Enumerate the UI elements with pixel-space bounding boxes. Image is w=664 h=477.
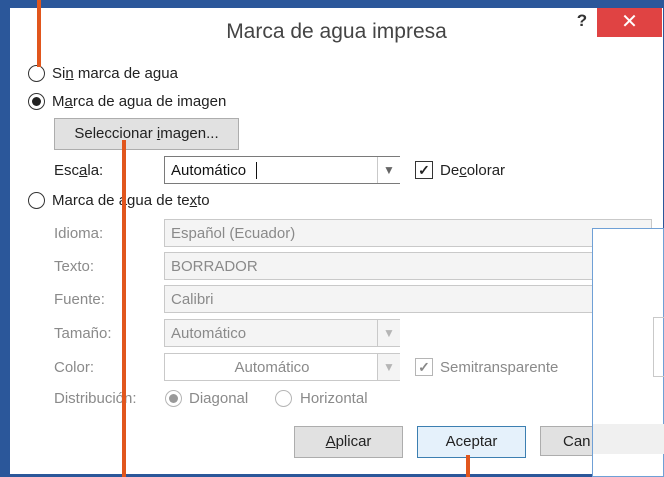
color-dropdown-chevron-down-icon[interactable]: ▼ xyxy=(377,354,400,380)
color-value: Automático xyxy=(234,359,310,376)
semitransparent-label[interactable]: Semitransparente xyxy=(440,359,558,376)
font-value: Calibri xyxy=(171,291,214,308)
semitransparent-checkbox[interactable]: ✓ xyxy=(415,358,433,376)
select-image-button[interactable]: Seleccionar imagen... xyxy=(54,118,239,150)
diagonal-label[interactable]: Diagonal xyxy=(189,390,248,407)
tutorial-pointer-line xyxy=(466,455,470,477)
text-value: BORRADOR xyxy=(171,258,258,275)
horizontal-radio[interactable] xyxy=(275,390,292,407)
size-dropdown-chevron-down-icon[interactable]: ▼ xyxy=(377,320,400,346)
size-value: Automático xyxy=(171,325,247,342)
tutorial-pointer-line xyxy=(122,140,126,477)
font-label: Fuente: xyxy=(54,291,105,308)
decolor-label[interactable]: Decolorar xyxy=(440,162,505,179)
close-button[interactable]: ✕ xyxy=(597,8,662,37)
tutorial-pointer-line xyxy=(37,0,41,67)
decolor-checkbox[interactable]: ✓ xyxy=(415,161,433,179)
title-bar: Marca de agua impresa ? ✕ xyxy=(10,8,663,56)
scale-combobox[interactable]: Automático xyxy=(164,156,400,184)
dialog-title: Marca de agua impresa xyxy=(226,20,447,43)
color-label: Color: xyxy=(54,359,95,376)
color-combobox[interactable]: Automático xyxy=(164,353,400,381)
image-watermark-radio[interactable] xyxy=(28,93,45,110)
horizontal-label[interactable]: Horizontal xyxy=(300,390,368,407)
text-label: Texto: xyxy=(54,258,95,275)
language-combobox[interactable]: Español (Ecuador) xyxy=(164,219,652,247)
scale-label: Escala: xyxy=(54,162,104,179)
text-watermark-radio[interactable] xyxy=(28,192,45,209)
text-watermark-label[interactable]: Marca de agua de texto xyxy=(52,192,210,209)
language-value: Español (Ecuador) xyxy=(171,225,296,242)
size-combobox[interactable]: Automático xyxy=(164,319,400,347)
language-label: Idioma: xyxy=(54,225,104,242)
text-combobox[interactable]: BORRADOR xyxy=(164,252,652,280)
text-caret xyxy=(256,162,257,179)
size-label: Tamaño: xyxy=(54,325,112,342)
help-button[interactable]: ? xyxy=(572,11,592,33)
image-watermark-label[interactable]: Marca de agua de imagen xyxy=(52,93,226,110)
no-watermark-label[interactable]: Sin marca de agua xyxy=(52,65,178,82)
font-combobox[interactable]: Calibri xyxy=(164,285,652,313)
overlapping-window xyxy=(592,228,664,477)
overlapping-window-field xyxy=(653,317,664,377)
accept-button[interactable]: Aceptar xyxy=(417,426,526,458)
apply-button[interactable]: Aplicar xyxy=(294,426,403,458)
dialog-content: Sin marca de agua Marca de agua de image… xyxy=(10,56,663,474)
close-icon: ✕ xyxy=(621,11,638,33)
print-watermark-dialog: Marca de agua impresa ? ✕ Sin marca de a… xyxy=(9,7,664,475)
diagonal-radio[interactable] xyxy=(165,390,182,407)
scale-value: Automático xyxy=(171,162,247,179)
no-watermark-radio[interactable] xyxy=(28,65,45,82)
scale-dropdown-chevron-down-icon[interactable]: ▼ xyxy=(377,157,400,183)
overlapping-window-button-area xyxy=(593,424,664,454)
